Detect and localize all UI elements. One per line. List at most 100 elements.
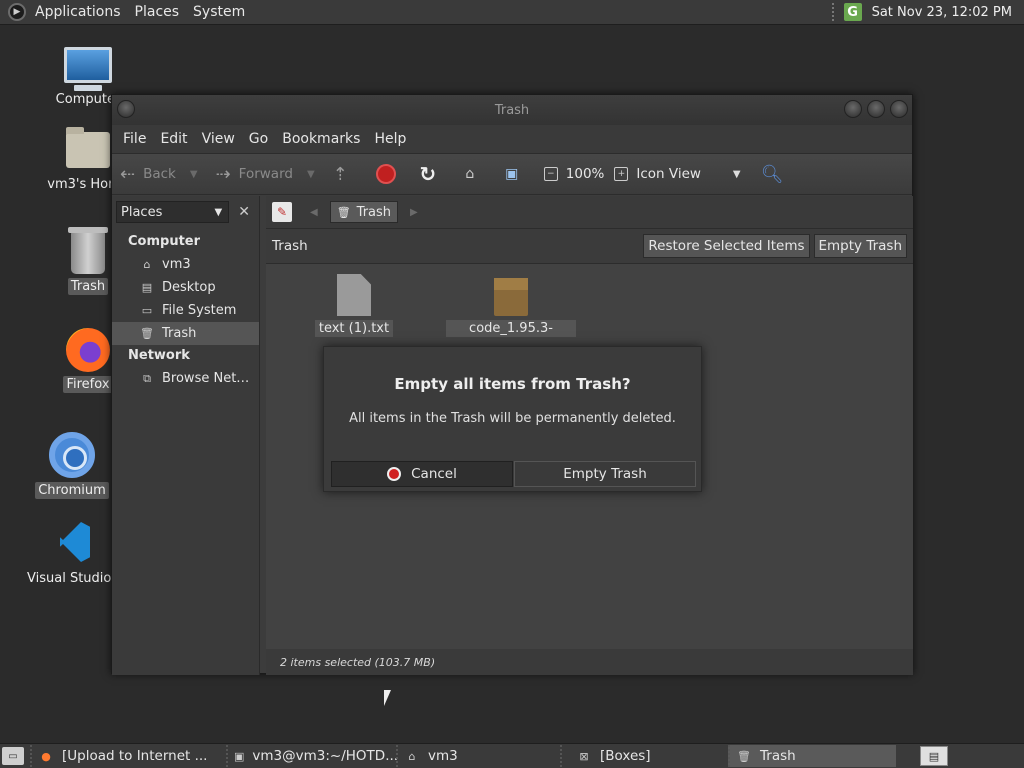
firefox-icon: [66, 328, 110, 372]
menu-go[interactable]: Go: [242, 131, 275, 147]
file-item[interactable]: code_1.95.3-: [444, 274, 578, 337]
cancel-button[interactable]: Cancel: [331, 461, 513, 487]
desktop-icon-chromium[interactable]: Chromium: [22, 432, 122, 499]
desktop-icon-label: Trash: [67, 278, 109, 295]
distro-logo-icon[interactable]: ▶: [8, 3, 26, 21]
desktop-icon-label: Firefox: [63, 376, 113, 393]
desktop-icon-vscode[interactable]: Visual Studio Code: [24, 520, 149, 587]
cancel-icon: [387, 467, 402, 481]
up-button[interactable]: ⇡: [333, 164, 356, 185]
maximize-button[interactable]: [867, 100, 885, 118]
vscode-icon: [52, 520, 96, 564]
show-desktop-icon[interactable]: ▭: [2, 747, 24, 765]
places-menu[interactable]: Places: [128, 4, 187, 20]
bottom-panel: ▭ ● [Upload to Internet ... ▣ vm3@vm3:~/…: [0, 743, 1024, 768]
sidebar-heading-computer: Computer: [128, 234, 201, 249]
window-title: Trash: [494, 102, 530, 118]
view-mode-select[interactable]: Icon View ▼: [636, 166, 740, 182]
chromium-icon: [49, 432, 95, 478]
menu-view[interactable]: View: [195, 131, 242, 147]
window-menu-button[interactable]: [117, 100, 135, 118]
sidebar-item-desktop[interactable]: ▤ Desktop: [112, 276, 259, 299]
stop-button[interactable]: [375, 164, 396, 184]
sidebar-item-vm3[interactable]: ⌂ vm3: [112, 253, 259, 276]
desktop-folder-icon: ▤: [141, 281, 153, 294]
drive-icon: ▭: [141, 304, 153, 317]
boxes-icon: ⊠: [579, 749, 589, 763]
menubar: File Edit View Go Bookmarks Help: [112, 125, 912, 153]
desktop-icon-label: Chromium: [35, 482, 109, 499]
sidebar-type-select[interactable]: Places ▼: [116, 201, 230, 223]
close-button[interactable]: [890, 100, 908, 118]
terminal-icon: ▣: [234, 749, 245, 763]
file-item[interactable]: text (1).txt: [314, 274, 394, 337]
panel-tray: G Sat Nov 23, 12:02 PM: [831, 3, 1024, 21]
sidebar: Places ▼ ✕ Computer ⌂ vm3 ▤ Desktop ▭ Fi…: [112, 196, 260, 675]
path-left-arrow-icon[interactable]: ◀: [310, 207, 318, 218]
empty-trash-button[interactable]: Empty Trash: [813, 234, 907, 258]
reload-button[interactable]: ↻: [418, 162, 438, 186]
text-file-icon: [337, 274, 371, 316]
package-icon: [494, 278, 528, 316]
dialog-message: All items in the Trash will be permanent…: [349, 411, 676, 426]
taskbar-item-boxes[interactable]: ⊠ [Boxes]: [560, 745, 728, 767]
top-panel: ▶ Applications Places System G Sat Nov 2…: [0, 0, 1024, 25]
path-right-arrow-icon[interactable]: ▶: [410, 207, 418, 218]
menu-help[interactable]: Help: [367, 131, 413, 147]
forward-arrow-icon: ⇢: [215, 163, 231, 185]
minimize-button[interactable]: [844, 100, 862, 118]
file-name: code_1.95.3-: [446, 320, 576, 337]
titlebar[interactable]: Trash: [112, 95, 912, 125]
sidebar-item-browse-network[interactable]: ⧉ Browse Net…: [112, 367, 259, 390]
trash-icon: 🗑︎: [140, 327, 154, 340]
home-button[interactable]: ⌂: [460, 164, 480, 184]
taskbar-item-trash[interactable]: 🗑︎ Trash: [728, 745, 896, 767]
restore-selected-button[interactable]: Restore Selected Items: [643, 234, 810, 258]
zoom-level: 100%: [565, 166, 605, 182]
panel-menu: ▶ Applications Places System: [0, 0, 252, 25]
home-folder-icon: ⌂: [408, 749, 416, 763]
clock[interactable]: Sat Nov 23, 12:02 PM: [872, 5, 1012, 20]
sidebar-heading-network: Network: [128, 348, 190, 363]
menu-file[interactable]: File: [116, 131, 153, 147]
forward-history-dropdown[interactable]: ▼: [307, 169, 315, 180]
panel-handle: [831, 3, 836, 21]
trash-infobar: Trash Restore Selected Items Empty Trash: [266, 228, 913, 264]
zoom-in-button[interactable]: +: [614, 167, 629, 181]
firefox-icon: ●: [41, 749, 51, 763]
sidebar-item-filesystem[interactable]: ▭ File System: [112, 299, 259, 322]
forward-button[interactable]: ⇢ Forward: [216, 164, 293, 185]
computer-button[interactable]: ▣: [502, 164, 522, 184]
zoom-out-button[interactable]: −: [543, 167, 558, 181]
trash-icon: 🗑︎: [737, 749, 751, 763]
back-history-dropdown[interactable]: ▼: [190, 169, 198, 180]
taskbar-item-upload[interactable]: ● [Upload to Internet ...: [30, 745, 226, 767]
taskbar-item-vm3[interactable]: ⌂ vm3: [396, 745, 560, 767]
system-menu[interactable]: System: [186, 4, 252, 20]
sidebar-header: Places ▼ ✕: [116, 201, 255, 223]
confirm-empty-trash-dialog: Empty all items from Trash? All items in…: [323, 346, 702, 492]
file-name: text (1).txt: [314, 320, 394, 337]
home-icon: ⌂: [143, 258, 151, 271]
sidebar-item-trash[interactable]: 🗑︎ Trash: [112, 322, 259, 345]
back-button[interactable]: ⇠ Back: [120, 164, 176, 185]
infobar-label: Trash: [272, 238, 308, 254]
taskbar-item-terminal[interactable]: ▣ vm3@vm3:~/HOTD...: [226, 745, 398, 767]
breadcrumb-trash[interactable]: 🗑︎ Trash: [329, 201, 399, 223]
chevron-down-icon: ▼: [732, 168, 741, 180]
update-notifier-icon[interactable]: G: [843, 3, 862, 21]
applications-menu[interactable]: Applications: [28, 4, 128, 20]
search-icon[interactable]: 🔍︎: [761, 164, 784, 185]
menu-edit[interactable]: Edit: [153, 131, 194, 147]
toolbar: ⇠ Back ▼ ⇢ Forward ▼ ⇡ ↻ ⌂ ▣ − 100% + Ic…: [112, 153, 912, 195]
menu-bookmarks[interactable]: Bookmarks: [275, 131, 367, 147]
chevron-down-icon: ▼: [214, 206, 223, 218]
mouse-cursor: [384, 690, 398, 706]
up-arrow-icon: ⇡: [332, 163, 348, 185]
network-icon: ⧉: [143, 371, 151, 385]
workspace-switcher-icon[interactable]: ▤: [920, 746, 948, 766]
confirm-empty-trash-button[interactable]: Empty Trash: [514, 461, 696, 487]
trash-icon: [68, 227, 108, 274]
edit-location-icon[interactable]: ✎: [272, 202, 292, 222]
close-sidebar-icon[interactable]: ✕: [233, 201, 255, 223]
